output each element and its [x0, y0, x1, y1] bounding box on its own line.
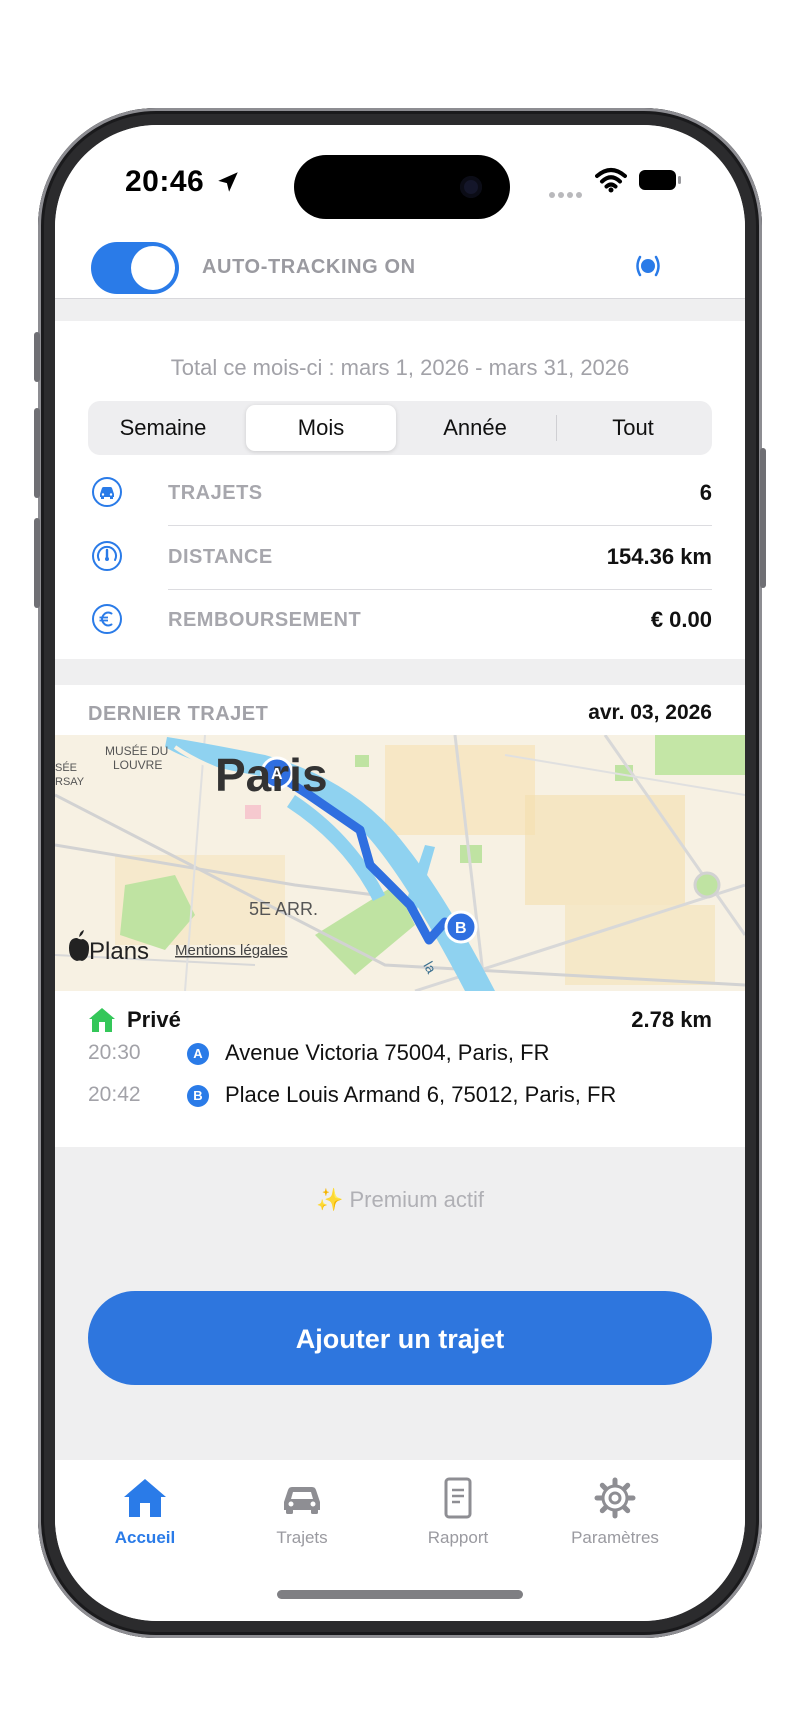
stat-label: TRAJETS	[168, 482, 263, 504]
stop-badge: B	[187, 1085, 209, 1107]
tab-label: Trajets	[276, 1528, 328, 1547]
cellular-signal-icon	[549, 185, 585, 203]
segment-annee[interactable]: Année	[400, 401, 550, 455]
map-edge-label: RSAY	[55, 776, 85, 788]
volume-down-button	[34, 518, 40, 608]
tab-label: Accueil	[114, 1528, 176, 1547]
dynamic-island	[294, 155, 510, 219]
map-edge-label: SÉE	[55, 761, 77, 774]
last-trip-card[interactable]: DERNIER TRAJET avr. 03, 2026 Paris A B M…	[55, 685, 745, 1147]
toggle-knob	[131, 246, 175, 290]
stop-time: 20:42	[88, 1083, 141, 1106]
speedometer-icon	[92, 541, 122, 571]
stop-time: 20:30	[88, 1041, 141, 1064]
last-trip-label: DERNIER TRAJET	[88, 703, 269, 725]
location-arrow-icon	[218, 172, 238, 192]
map-legal-link[interactable]: Mentions légales	[175, 942, 288, 959]
stat-value: 154.36 km	[606, 544, 712, 569]
trip-stop-start: 20:30 A Avenue Victoria 75004, Paris, FR	[55, 1037, 745, 1071]
stop-badge: A	[187, 1043, 209, 1065]
stat-row-trajets: TRAJETS 6	[55, 462, 745, 526]
map-poi-label: MUSÉE DU	[105, 743, 168, 758]
map-district-label: 5E ARR.	[249, 899, 318, 919]
period-segmented-control: Semaine Mois Année Tout	[88, 401, 712, 455]
tracking-bar: AUTO-TRACKING ON	[55, 229, 745, 299]
wifi-icon	[595, 168, 627, 193]
last-trip-date: avr. 03, 2026	[588, 701, 712, 724]
monthly-summary-card: Total ce mois-ci : mars 1, 2026 - mars 3…	[55, 321, 745, 659]
tab-rapport[interactable]: Rapport	[378, 1476, 538, 1556]
home-indicator	[277, 1590, 523, 1599]
action-button	[34, 332, 40, 382]
car-icon	[284, 1487, 320, 1514]
segment-tout[interactable]: Tout	[558, 401, 708, 455]
app-screen: 20:46 AUTO-TRACKING ON Total ce mois-ci …	[55, 125, 745, 1621]
tab-parametres[interactable]: Paramètres	[535, 1476, 695, 1556]
trip-stop-end: 20:42 B Place Louis Armand 6, 75012, Par…	[55, 1079, 745, 1113]
volume-up-button	[34, 408, 40, 498]
segment-divider	[556, 415, 557, 441]
power-button	[760, 448, 766, 588]
stat-value: 6	[699, 480, 712, 505]
gear-icon	[594, 1477, 636, 1519]
report-icon	[444, 1477, 472, 1519]
status-time: 20:46	[125, 165, 205, 198]
trip-distance: 2.78 km	[631, 1007, 712, 1032]
map-canvas: Paris A B MUSÉE DU LOUVRE SÉE RSAY 5E AR…	[55, 735, 745, 991]
stat-row-distance: DISTANCE 154.36 km	[55, 526, 745, 590]
stop-address: Place Louis Armand 6, 75012, Paris, FR	[225, 1082, 617, 1107]
add-trip-button[interactable]: Ajouter un trajet	[88, 1291, 712, 1385]
tab-bar: Accueil Trajets Rapport Paramètres	[55, 1460, 745, 1621]
stat-row-remboursement: REMBOURSEMENT € 0.00	[55, 589, 745, 653]
stat-value: € 0.00	[650, 607, 712, 632]
tab-label: Paramètres	[571, 1528, 659, 1547]
home-icon	[124, 1479, 166, 1517]
map-marker-a[interactable]: A	[271, 766, 283, 783]
map-marker-b[interactable]: B	[455, 920, 467, 937]
map-brand-label: Plans	[89, 938, 149, 965]
segment-semaine[interactable]: Semaine	[88, 401, 238, 455]
trip-map[interactable]: Paris A B MUSÉE DU LOUVRE SÉE RSAY 5E AR…	[55, 735, 745, 991]
map-poi-label: LOUVRE	[113, 758, 162, 772]
auto-tracking-label: AUTO-TRACKING ON	[202, 256, 416, 278]
house-icon	[89, 1008, 115, 1032]
stat-label: DISTANCE	[168, 546, 273, 568]
tracking-status-icon[interactable]	[633, 251, 663, 281]
tab-label: Rapport	[427, 1528, 489, 1547]
trip-type: Privé	[127, 1007, 181, 1032]
euro-icon	[92, 604, 122, 634]
car-icon	[92, 477, 122, 507]
battery-icon	[639, 170, 681, 190]
premium-status: ✨ Premium actif	[316, 1187, 484, 1212]
auto-tracking-toggle[interactable]	[91, 242, 179, 294]
status-bar: 20:46	[55, 125, 745, 229]
stop-address: Avenue Victoria 75004, Paris, FR	[225, 1040, 550, 1065]
tab-accueil[interactable]: Accueil	[65, 1476, 225, 1556]
camera-icon	[460, 176, 482, 198]
summary-title: Total ce mois-ci : mars 1, 2026 - mars 3…	[170, 355, 630, 380]
tab-trajets[interactable]: Trajets	[222, 1476, 382, 1556]
phone-frame: 20:46 AUTO-TRACKING ON Total ce mois-ci …	[34, 108, 766, 1638]
stat-label: REMBOURSEMENT	[168, 609, 362, 631]
segment-mois[interactable]: Mois	[246, 405, 396, 451]
